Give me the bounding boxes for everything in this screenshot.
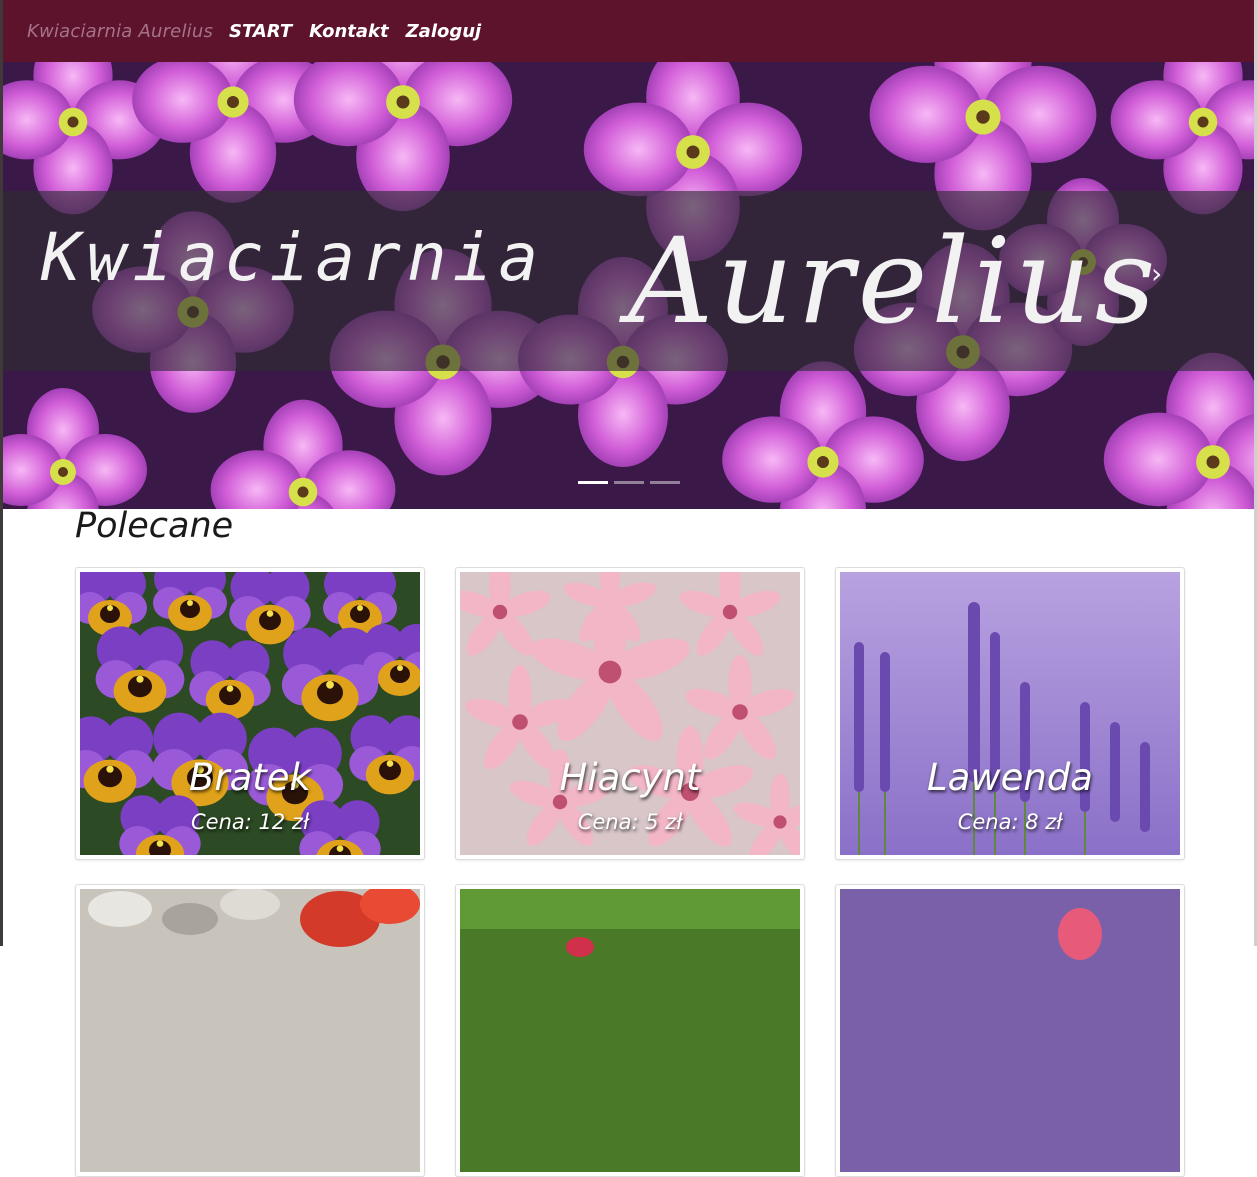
product-price: Cena: 12 zł [191, 810, 309, 834]
carousel-indicators [578, 481, 680, 484]
product-price: Cena: 5 zł [577, 810, 683, 834]
hero-title-right: Aurelius [628, 212, 1160, 350]
product-image-row2-2 [460, 889, 800, 1172]
product-image-lawenda: Lawenda Cena: 8 zł [840, 572, 1180, 855]
nav-link-kontakt[interactable]: Kontakt [309, 21, 388, 42]
product-image-bratek: Bratek Cena: 12 zł [80, 572, 420, 855]
hero-carousel: Kwiaciarnia Aurelius ‹ › [3, 62, 1254, 509]
top-navbar: Kwiaciarnia Aurelius START Kontakt Zalog… [3, 0, 1254, 62]
carousel-indicator-1[interactable] [578, 481, 608, 484]
carousel-indicator-2[interactable] [614, 481, 644, 484]
product-image-row2-3 [840, 889, 1180, 1172]
product-image-hiacynt: Hiacynt Cena: 5 zł [460, 572, 800, 855]
nav-link-zaloguj[interactable]: Zaloguj [406, 21, 482, 42]
product-card-row2-1[interactable] [75, 884, 425, 1177]
product-card-row2-2[interactable] [455, 884, 805, 1177]
hero-banner: Kwiaciarnia Aurelius [3, 191, 1254, 371]
nav-link-start[interactable]: START [229, 21, 292, 42]
hero-title-left: Kwiaciarnia [41, 219, 545, 296]
product-image-row2-1 [80, 889, 420, 1172]
product-card-lawenda[interactable]: Lawenda Cena: 8 zł [835, 567, 1185, 860]
product-card-bratek[interactable]: Bratek Cena: 12 zł [75, 567, 425, 860]
product-price: Cena: 8 zł [957, 810, 1063, 834]
navbar-brand[interactable]: Kwiaciarnia Aurelius [27, 21, 213, 42]
product-name: Bratek [189, 756, 311, 799]
carousel-next-icon[interactable]: › [1151, 257, 1162, 290]
product-card-row2-3[interactable] [835, 884, 1185, 1177]
product-name: Lawenda [927, 756, 1093, 799]
section-title-recommended: Polecane [75, 506, 234, 546]
product-name: Hiacynt [559, 756, 701, 799]
carousel-prev-icon[interactable]: ‹ [89, 254, 103, 294]
product-card-hiacynt[interactable]: Hiacynt Cena: 5 zł [455, 567, 805, 860]
carousel-indicator-3[interactable] [650, 481, 680, 484]
